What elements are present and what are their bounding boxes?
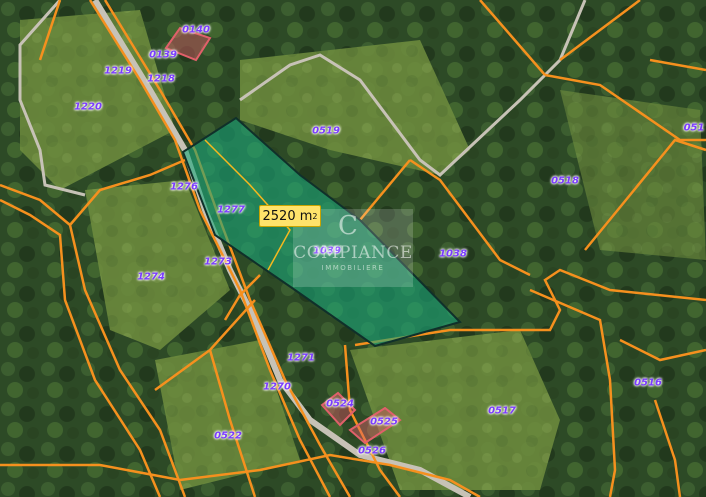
parcel-label-1218: 1218: [147, 73, 175, 85]
parcel-label-1274: 1274: [137, 271, 165, 283]
parcel-label-1277: 1277: [217, 204, 245, 216]
parcel-label-0517: 0517: [488, 405, 516, 417]
parcel-label-051: 051: [683, 122, 705, 134]
parcel-label-0518: 0518: [551, 175, 579, 187]
parcel-label-0522: 0522: [214, 430, 242, 442]
cadastral-map[interactable]: 0140 0139 1219 1218 1220 0519 0518 051 1…: [0, 0, 706, 497]
parcel-label-0516: 0516: [634, 377, 662, 389]
parcel-label-1273: 1273: [204, 256, 232, 268]
parcel-label-1038: 1038: [439, 248, 467, 260]
watermark-subtitle: IMMOBILIERE: [321, 264, 385, 272]
parcel-label-1219: 1219: [104, 65, 132, 77]
parcel-label-1220: 1220: [74, 101, 102, 113]
watermark-name: COMPIANCE: [293, 243, 413, 263]
parcel-label-0525: 0525: [370, 416, 398, 428]
parcel-label-0526: 0526: [358, 445, 386, 457]
parcel-label-1276: 1276: [170, 181, 198, 193]
area-value: 2520 m: [262, 208, 313, 224]
parcel-label-0140: 0140: [182, 24, 210, 36]
parcel-label-0139: 0139: [149, 49, 177, 61]
parcel-label-1271: 1271: [287, 352, 315, 364]
area-badge: 2520 m2: [259, 205, 321, 227]
parcel-label-0524: 0524: [326, 398, 354, 410]
area-unit-superscript: 2: [312, 211, 318, 221]
parcel-label-1270: 1270: [263, 381, 291, 393]
parcel-label-0519: 0519: [312, 125, 340, 137]
watermark-logo-letter: C: [338, 211, 358, 241]
